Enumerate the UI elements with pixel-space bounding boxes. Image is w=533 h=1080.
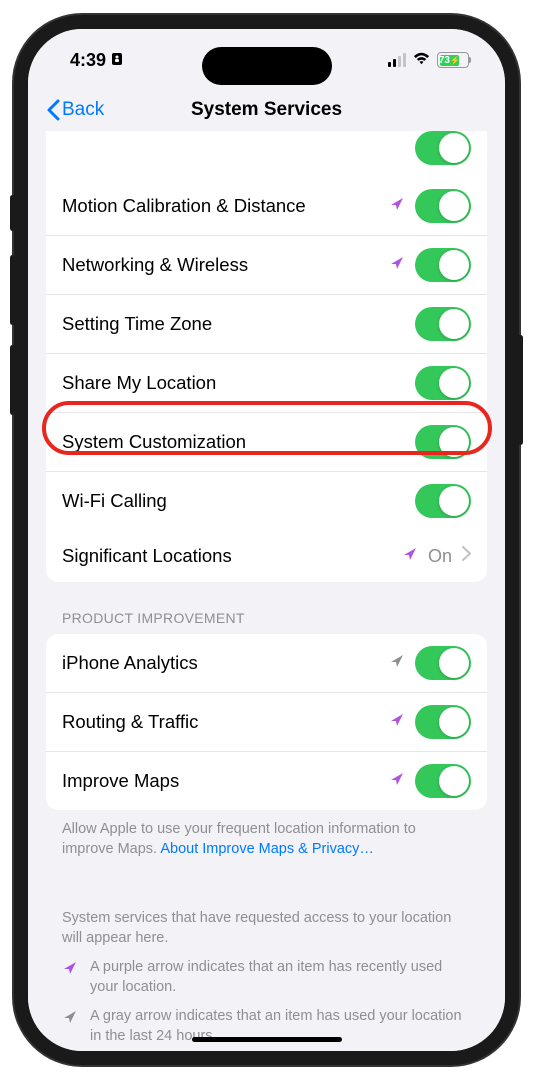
status-time: 4:39 (70, 50, 106, 71)
location-arrow-icon (62, 1009, 78, 1032)
location-arrow-icon (389, 196, 405, 217)
toggle-switch[interactable] (415, 646, 471, 680)
footer-improve-maps: Allow Apple to use your frequent locatio… (28, 810, 505, 869)
list-row: iPhone Analytics (46, 634, 487, 693)
row-label: Wi-Fi Calling (62, 490, 415, 512)
row-label: Routing & Traffic (62, 711, 389, 733)
partial-row-top (46, 131, 487, 177)
toggle-switch[interactable] (415, 307, 471, 341)
toggle-switch[interactable] (415, 425, 471, 459)
legend-intro: System services that have requested acce… (62, 909, 471, 948)
legend-block: System services that have requested acce… (28, 869, 505, 1051)
toggle-switch[interactable] (415, 131, 471, 165)
toggle-switch[interactable] (415, 705, 471, 739)
list-row: Improve Maps (46, 752, 487, 810)
back-button[interactable]: Back (46, 99, 104, 121)
row-label: System Customization (62, 431, 415, 453)
toggle-switch[interactable] (415, 484, 471, 518)
toggle-switch[interactable] (415, 366, 471, 400)
row-value: On (428, 546, 452, 567)
nav-bar: Back System Services (28, 91, 505, 131)
row-label: Share My Location (62, 372, 415, 394)
list-row: Share My Location (46, 354, 487, 413)
row-label: Motion Calibration & Distance (62, 195, 389, 217)
row-label: Significant Locations (62, 545, 402, 567)
content-scroll[interactable]: Motion Calibration & Distance Networking … (28, 131, 505, 1051)
list-row: System Customization (46, 413, 487, 472)
list-row: Motion Calibration & Distance (46, 177, 487, 236)
row-label: iPhone Analytics (62, 652, 389, 674)
significant-locations-row[interactable]: Significant Locations On (46, 530, 487, 582)
location-arrow-icon (62, 960, 78, 983)
toggle-switch[interactable] (415, 764, 471, 798)
toggle-switch[interactable] (415, 189, 471, 223)
location-arrow-icon (389, 771, 405, 792)
toggle-switch[interactable] (415, 248, 471, 282)
battery-icon: 73⚡ (437, 52, 471, 68)
home-indicator[interactable] (192, 1037, 342, 1042)
location-arrow-icon (402, 546, 418, 567)
legend-purple-text: A purple arrow indicates that an item ha… (90, 958, 471, 997)
location-arrow-icon (389, 653, 405, 674)
cellular-icon (388, 53, 407, 67)
lock-app-icon (111, 52, 123, 69)
list-row: Setting Time Zone (46, 295, 487, 354)
dynamic-island (202, 47, 332, 85)
list-row: Networking & Wireless (46, 236, 487, 295)
location-arrow-icon (389, 255, 405, 276)
wifi-icon (412, 50, 431, 71)
location-arrow-icon (389, 712, 405, 733)
back-label: Back (62, 99, 104, 121)
list-row: Routing & Traffic (46, 693, 487, 752)
chevron-right-icon (462, 546, 471, 566)
product-improvement-list: iPhone Analytics Routing & Traffic Improve… (46, 634, 487, 810)
section-header-product-improvement: PRODUCT IMPROVEMENT (28, 582, 505, 634)
list-row: Wi-Fi Calling (46, 472, 487, 530)
about-improve-maps-link[interactable]: About Improve Maps & Privacy… (160, 841, 374, 857)
row-label: Improve Maps (62, 770, 389, 792)
row-label: Networking & Wireless (62, 254, 389, 276)
system-services-list: Motion Calibration & Distance Networking … (46, 131, 487, 582)
row-label: Setting Time Zone (62, 313, 415, 335)
